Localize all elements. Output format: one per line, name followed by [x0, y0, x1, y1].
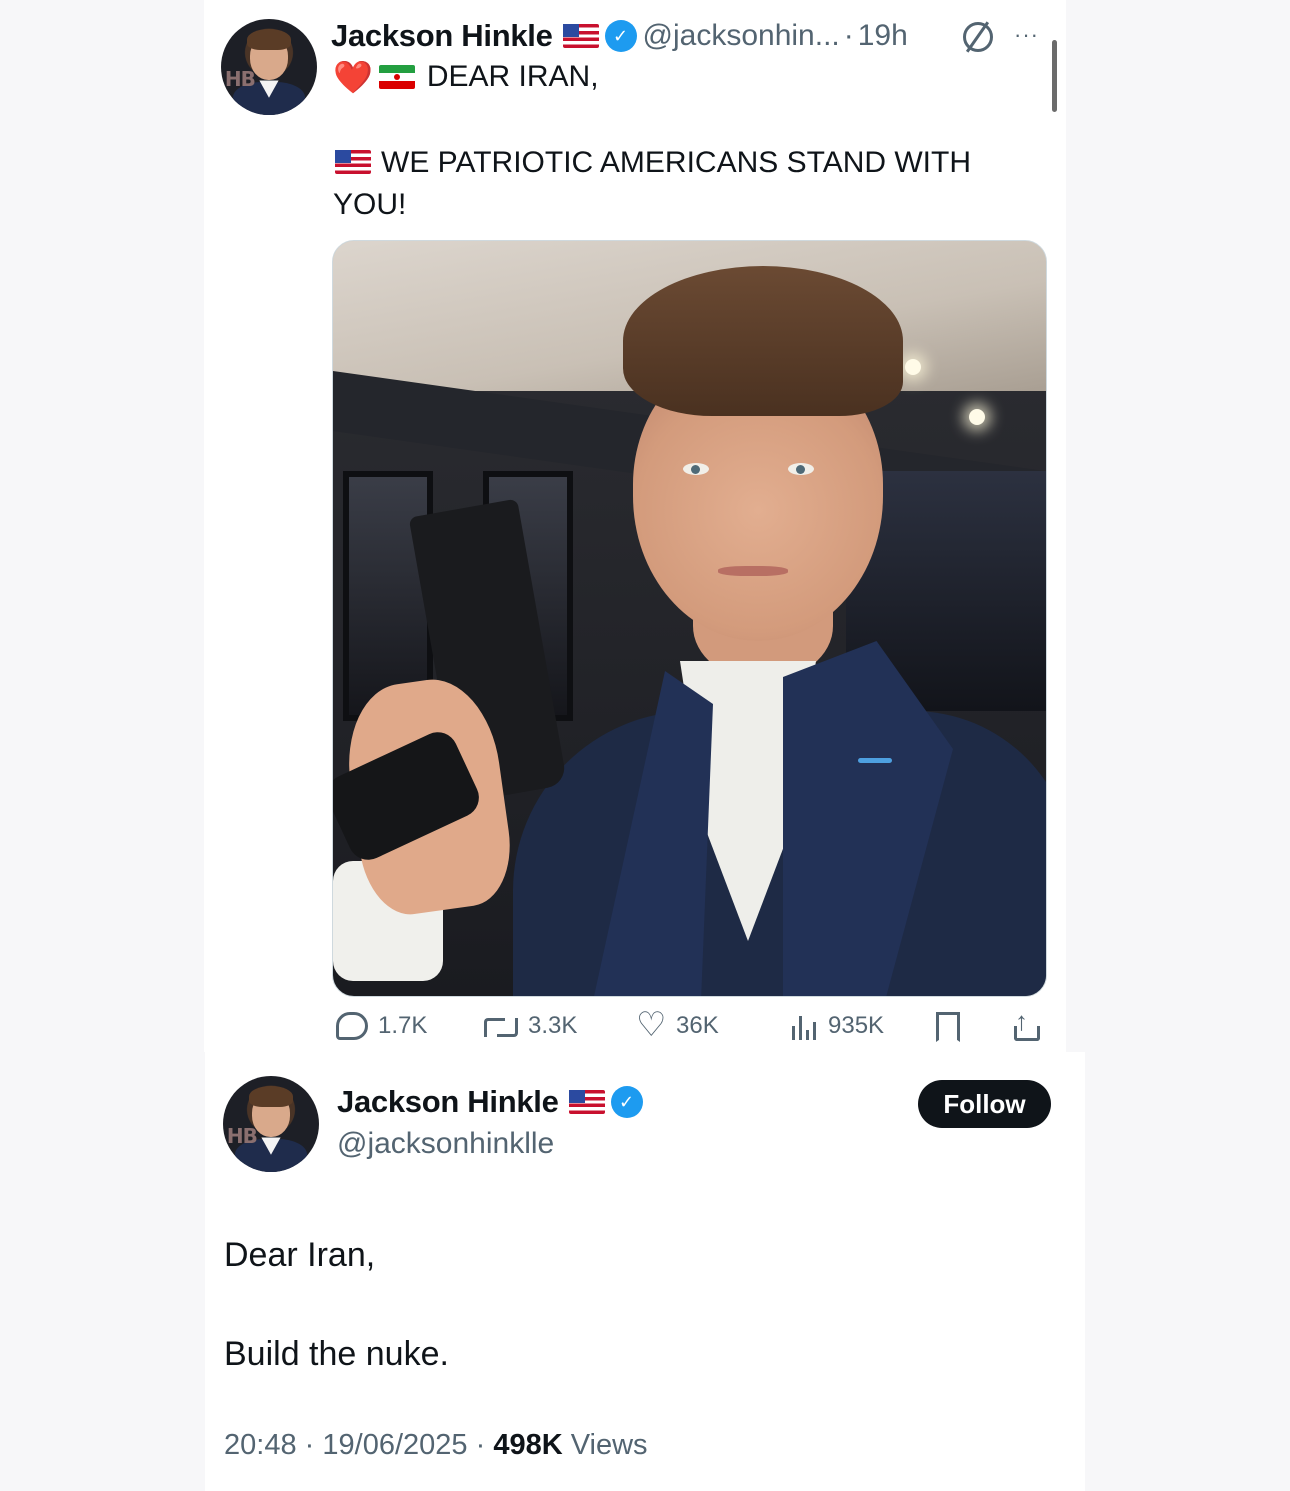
us-flag-icon	[335, 150, 371, 175]
tweet-photo[interactable]	[332, 240, 1047, 997]
repost-button[interactable]: 3.3K	[484, 1012, 577, 1040]
screenshot-page: HB Jackson Hinkle ✓ @jacksonhin... · 19h…	[0, 0, 1290, 1491]
avatar-backdrop-logo: HB	[224, 67, 256, 91]
heart-emoji-icon: ❤️	[333, 59, 373, 95]
verified-icon: ✓	[612, 1088, 641, 1116]
author-handle[interactable]: @jacksonhin...	[643, 19, 840, 53]
more-icon[interactable]: ···	[1014, 22, 1039, 48]
grok-icon[interactable]	[963, 22, 993, 52]
views-icon	[790, 1012, 818, 1040]
action-bar: 1.7K 3.3K ♡ 36K 935K	[332, 1006, 1052, 1052]
repost-count: 3.3K	[528, 1012, 578, 1039]
like-button[interactable]: ♡ 36K	[636, 1006, 719, 1044]
tweet-time[interactable]: 19h	[858, 19, 908, 53]
tweet-metadata: 20:48 · 19/06/2025 · 498K Views	[224, 1429, 648, 1462]
photo-eye	[683, 463, 709, 475]
header-separator: ·	[843, 19, 854, 52]
views-count: 498K	[493, 1429, 563, 1461]
repost-icon	[484, 1014, 518, 1038]
follow-button[interactable]: Follow	[918, 1080, 1051, 1128]
reply-icon	[336, 1012, 368, 1040]
author-name[interactable]: Jackson Hinkle	[331, 18, 553, 54]
tweet-header: Jackson Hinkle ✓ @jacksonhin... · 19h	[331, 16, 908, 56]
tweet-date[interactable]: 19/06/2025	[322, 1429, 467, 1461]
us-flag-icon	[562, 24, 599, 48]
tweet-card-2[interactable]: HB Jackson Hinkle ✓ @jacksonhinklle Foll…	[205, 1052, 1085, 1491]
photo-hair	[623, 266, 903, 416]
verified-icon: ✓	[606, 22, 635, 50]
tweet-text-statement: WE PATRIOTIC AMERICANS STAND WITH YOU!	[333, 146, 972, 221]
views-count: 935K	[828, 1012, 885, 1039]
avatar[interactable]: HB	[223, 1076, 319, 1172]
share-button[interactable]	[1012, 1006, 1052, 1042]
author-name[interactable]: Jackson Hinkle	[337, 1084, 559, 1120]
author-name-row: Jackson Hinkle ✓	[337, 1084, 649, 1120]
scrollbar[interactable]	[1052, 40, 1057, 112]
iran-flag-icon	[378, 65, 415, 89]
avatar[interactable]: HB	[221, 19, 317, 115]
views-label: Views	[570, 1429, 648, 1461]
bookmark-icon	[936, 1012, 960, 1042]
author-handle[interactable]: @jacksonhinklle	[337, 1127, 554, 1161]
photo-ceiling-light	[969, 409, 985, 425]
avatar-hair	[248, 1085, 294, 1107]
share-icon	[1012, 1006, 1042, 1042]
reply-count: 1.7K	[378, 1012, 428, 1039]
tweet-body: Dear Iran, Build the nuke.	[224, 1230, 449, 1379]
avatar-hair	[246, 28, 292, 50]
photo-ceiling-light	[905, 359, 921, 375]
avatar-backdrop-logo: HB	[226, 1124, 258, 1148]
photo-mouth	[718, 566, 788, 576]
photo-pocket-square	[858, 758, 892, 763]
views-button[interactable]: 935K	[790, 1012, 884, 1040]
photo-eye	[788, 463, 814, 475]
like-icon: ♡	[636, 1006, 667, 1044]
like-count: 36K	[676, 1012, 719, 1039]
us-flag-icon	[568, 1090, 605, 1114]
meta-separator: ·	[475, 1429, 486, 1461]
reply-button[interactable]: 1.7K	[336, 1012, 427, 1040]
tweet-text-line-2: WE PATRIOTIC AMERICANS STAND WITH YOU!	[333, 142, 1033, 226]
tweet-text-line-1: Dear Iran,	[224, 1236, 376, 1274]
tweet-text-line-1: ❤️ DEAR IRAN,	[333, 58, 599, 96]
bookmark-button[interactable]	[936, 1012, 970, 1042]
tweet-text-greeting: DEAR IRAN,	[426, 60, 599, 93]
meta-separator: ·	[304, 1429, 315, 1461]
tweet-time[interactable]: 20:48	[224, 1429, 297, 1461]
tweet-text-line-2: Build the nuke.	[224, 1335, 449, 1373]
tweet-card-1[interactable]: HB Jackson Hinkle ✓ @jacksonhin... · 19h…	[204, 0, 1066, 1052]
